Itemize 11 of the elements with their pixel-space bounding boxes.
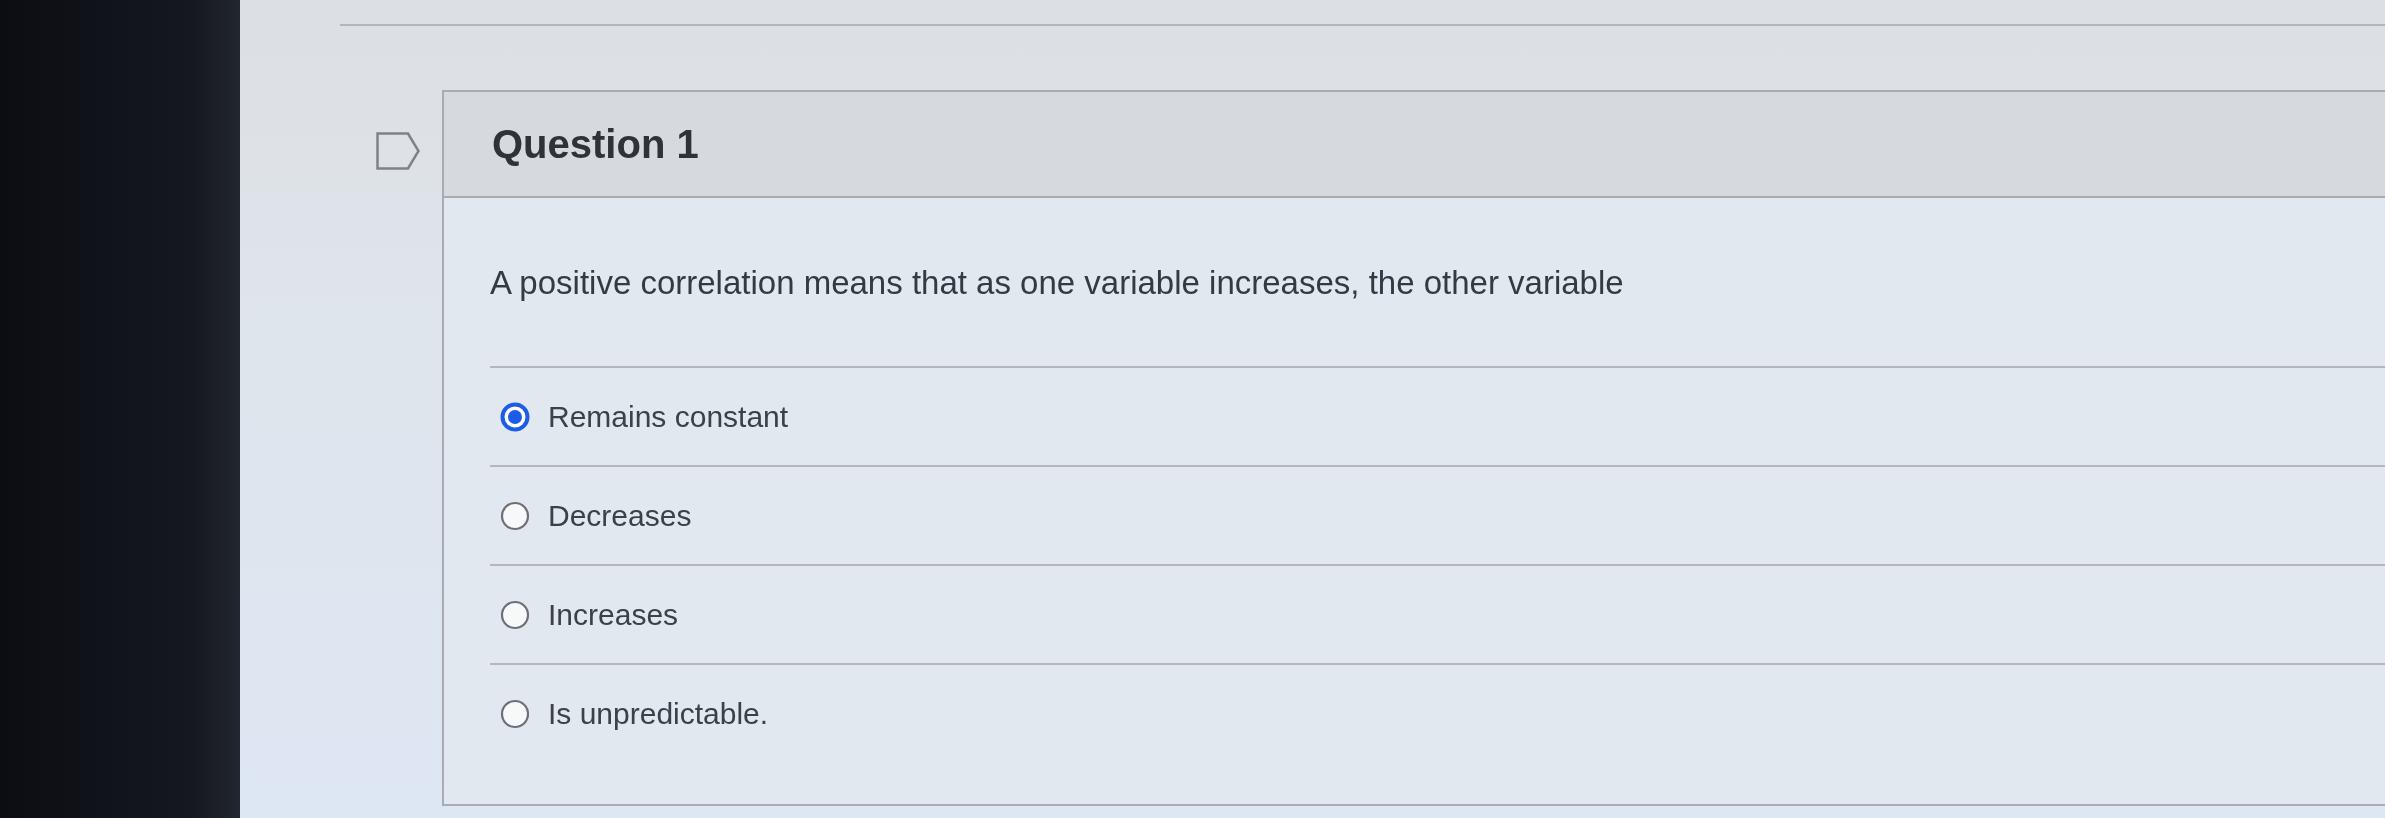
answer-label[interactable]: Is unpredictable. [548,696,769,731]
radio-button[interactable] [500,401,530,432]
tag-icon[interactable] [376,132,420,170]
answer-label[interactable]: Remains constant [548,399,789,434]
radio-button[interactable] [500,599,530,630]
answer-label[interactable]: Increases [548,597,679,632]
radio-button[interactable] [500,698,530,729]
answer-label[interactable]: Decreases [548,498,692,533]
radio-button[interactable] [500,500,530,531]
question-text: A positive correlation means that as one variable increases, the other variable [490,264,1624,302]
question-title: Question 1 [492,121,699,167]
